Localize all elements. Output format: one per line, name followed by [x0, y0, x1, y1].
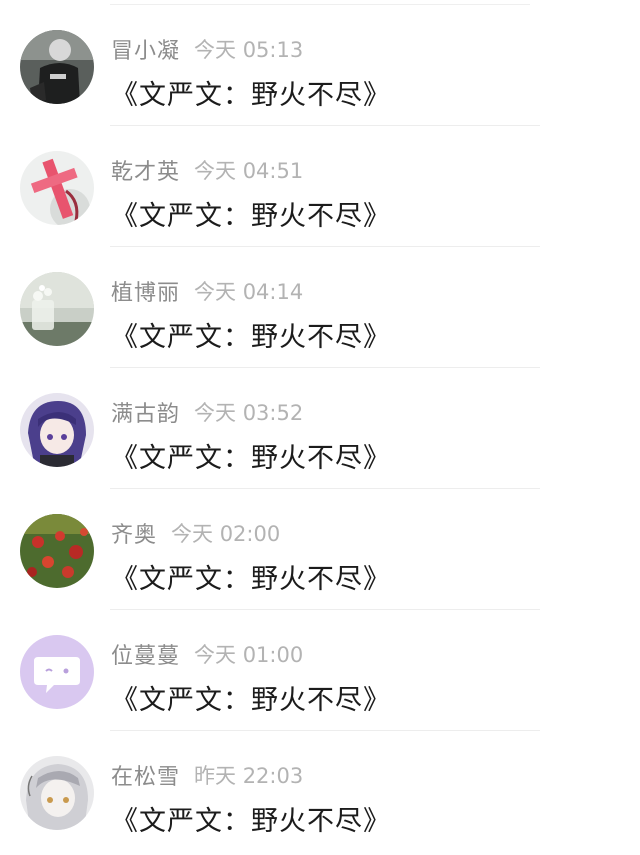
commenter-name[interactable]: 位蔓蔓: [111, 644, 180, 669]
avatar-anime-sketch-icon: [20, 756, 94, 830]
comment-item[interactable]: 位蔓蔓 今天 01:00 《文严文：野火不尽》: [0, 610, 640, 731]
comment-item[interactable]: 植博丽 今天 04:14 《文严文：野火不尽》: [0, 247, 640, 368]
avatar-dark-person-icon: [20, 30, 94, 104]
comment-time: 今天 04:14: [194, 280, 304, 304]
comment-time: 昨天 22:03: [194, 764, 304, 788]
comment-text: 《文严文：野火不尽》: [111, 564, 391, 595]
commenter-name[interactable]: 乾才英: [111, 160, 180, 185]
comment-time: 今天 01:00: [194, 643, 304, 667]
comment-item[interactable]: 齐奥 今天 02:00 《文严文：野火不尽》: [0, 489, 640, 610]
comment-time: 今天 05:13: [194, 38, 304, 62]
comment-text: 《文严文：野火不尽》: [111, 685, 391, 716]
avatar-anime-purple-hair-icon: [20, 393, 94, 467]
avatar[interactable]: [20, 756, 94, 830]
comment-item[interactable]: 冒小凝 今天 05:13 《文严文：野火不尽》: [0, 5, 640, 126]
commenter-name[interactable]: 满古韵: [111, 402, 180, 427]
comment-text: 《文严文：野火不尽》: [111, 322, 391, 353]
avatar[interactable]: [20, 635, 94, 709]
comment-time: 今天 04:51: [194, 159, 304, 183]
avatar-glass-vase-icon: [20, 272, 94, 346]
comment-text: 《文严文：野火不尽》: [111, 443, 391, 474]
avatar-pink-cross-icon: [20, 151, 94, 225]
commenter-name[interactable]: 齐奥: [111, 523, 157, 548]
comment-text: 《文严文：野火不尽》: [111, 806, 391, 837]
comment-time: 今天 02:00: [171, 522, 281, 546]
avatar[interactable]: [20, 514, 94, 588]
avatar[interactable]: [20, 30, 94, 104]
avatar-chat-bubble-default-icon: [20, 635, 94, 709]
comment-list: 冒小凝 今天 05:13 《文严文：野火不尽》 乾才英 今天 04:51 《文严文：…: [0, 0, 640, 855]
comment-item[interactable]: 乾才英 今天 04:51 《文严文：野火不尽》: [0, 126, 640, 247]
commenter-name[interactable]: 冒小凝: [111, 39, 180, 64]
commenter-name[interactable]: 在松雪: [111, 765, 180, 790]
commenter-name[interactable]: 植博丽: [111, 281, 180, 306]
comment-item[interactable]: 满古韵 今天 03:52 《文严文：野火不尽》: [0, 368, 640, 489]
avatar[interactable]: [20, 393, 94, 467]
comment-item[interactable]: 在松雪 昨天 22:03 《文严文：野火不尽》: [0, 731, 640, 852]
comment-text: 《文严文：野火不尽》: [111, 80, 391, 111]
comment-time: 今天 03:52: [194, 401, 304, 425]
avatar[interactable]: [20, 272, 94, 346]
avatar-red-flowers-icon: [20, 514, 94, 588]
avatar[interactable]: [20, 151, 94, 225]
comment-text: 《文严文：野火不尽》: [111, 201, 391, 232]
